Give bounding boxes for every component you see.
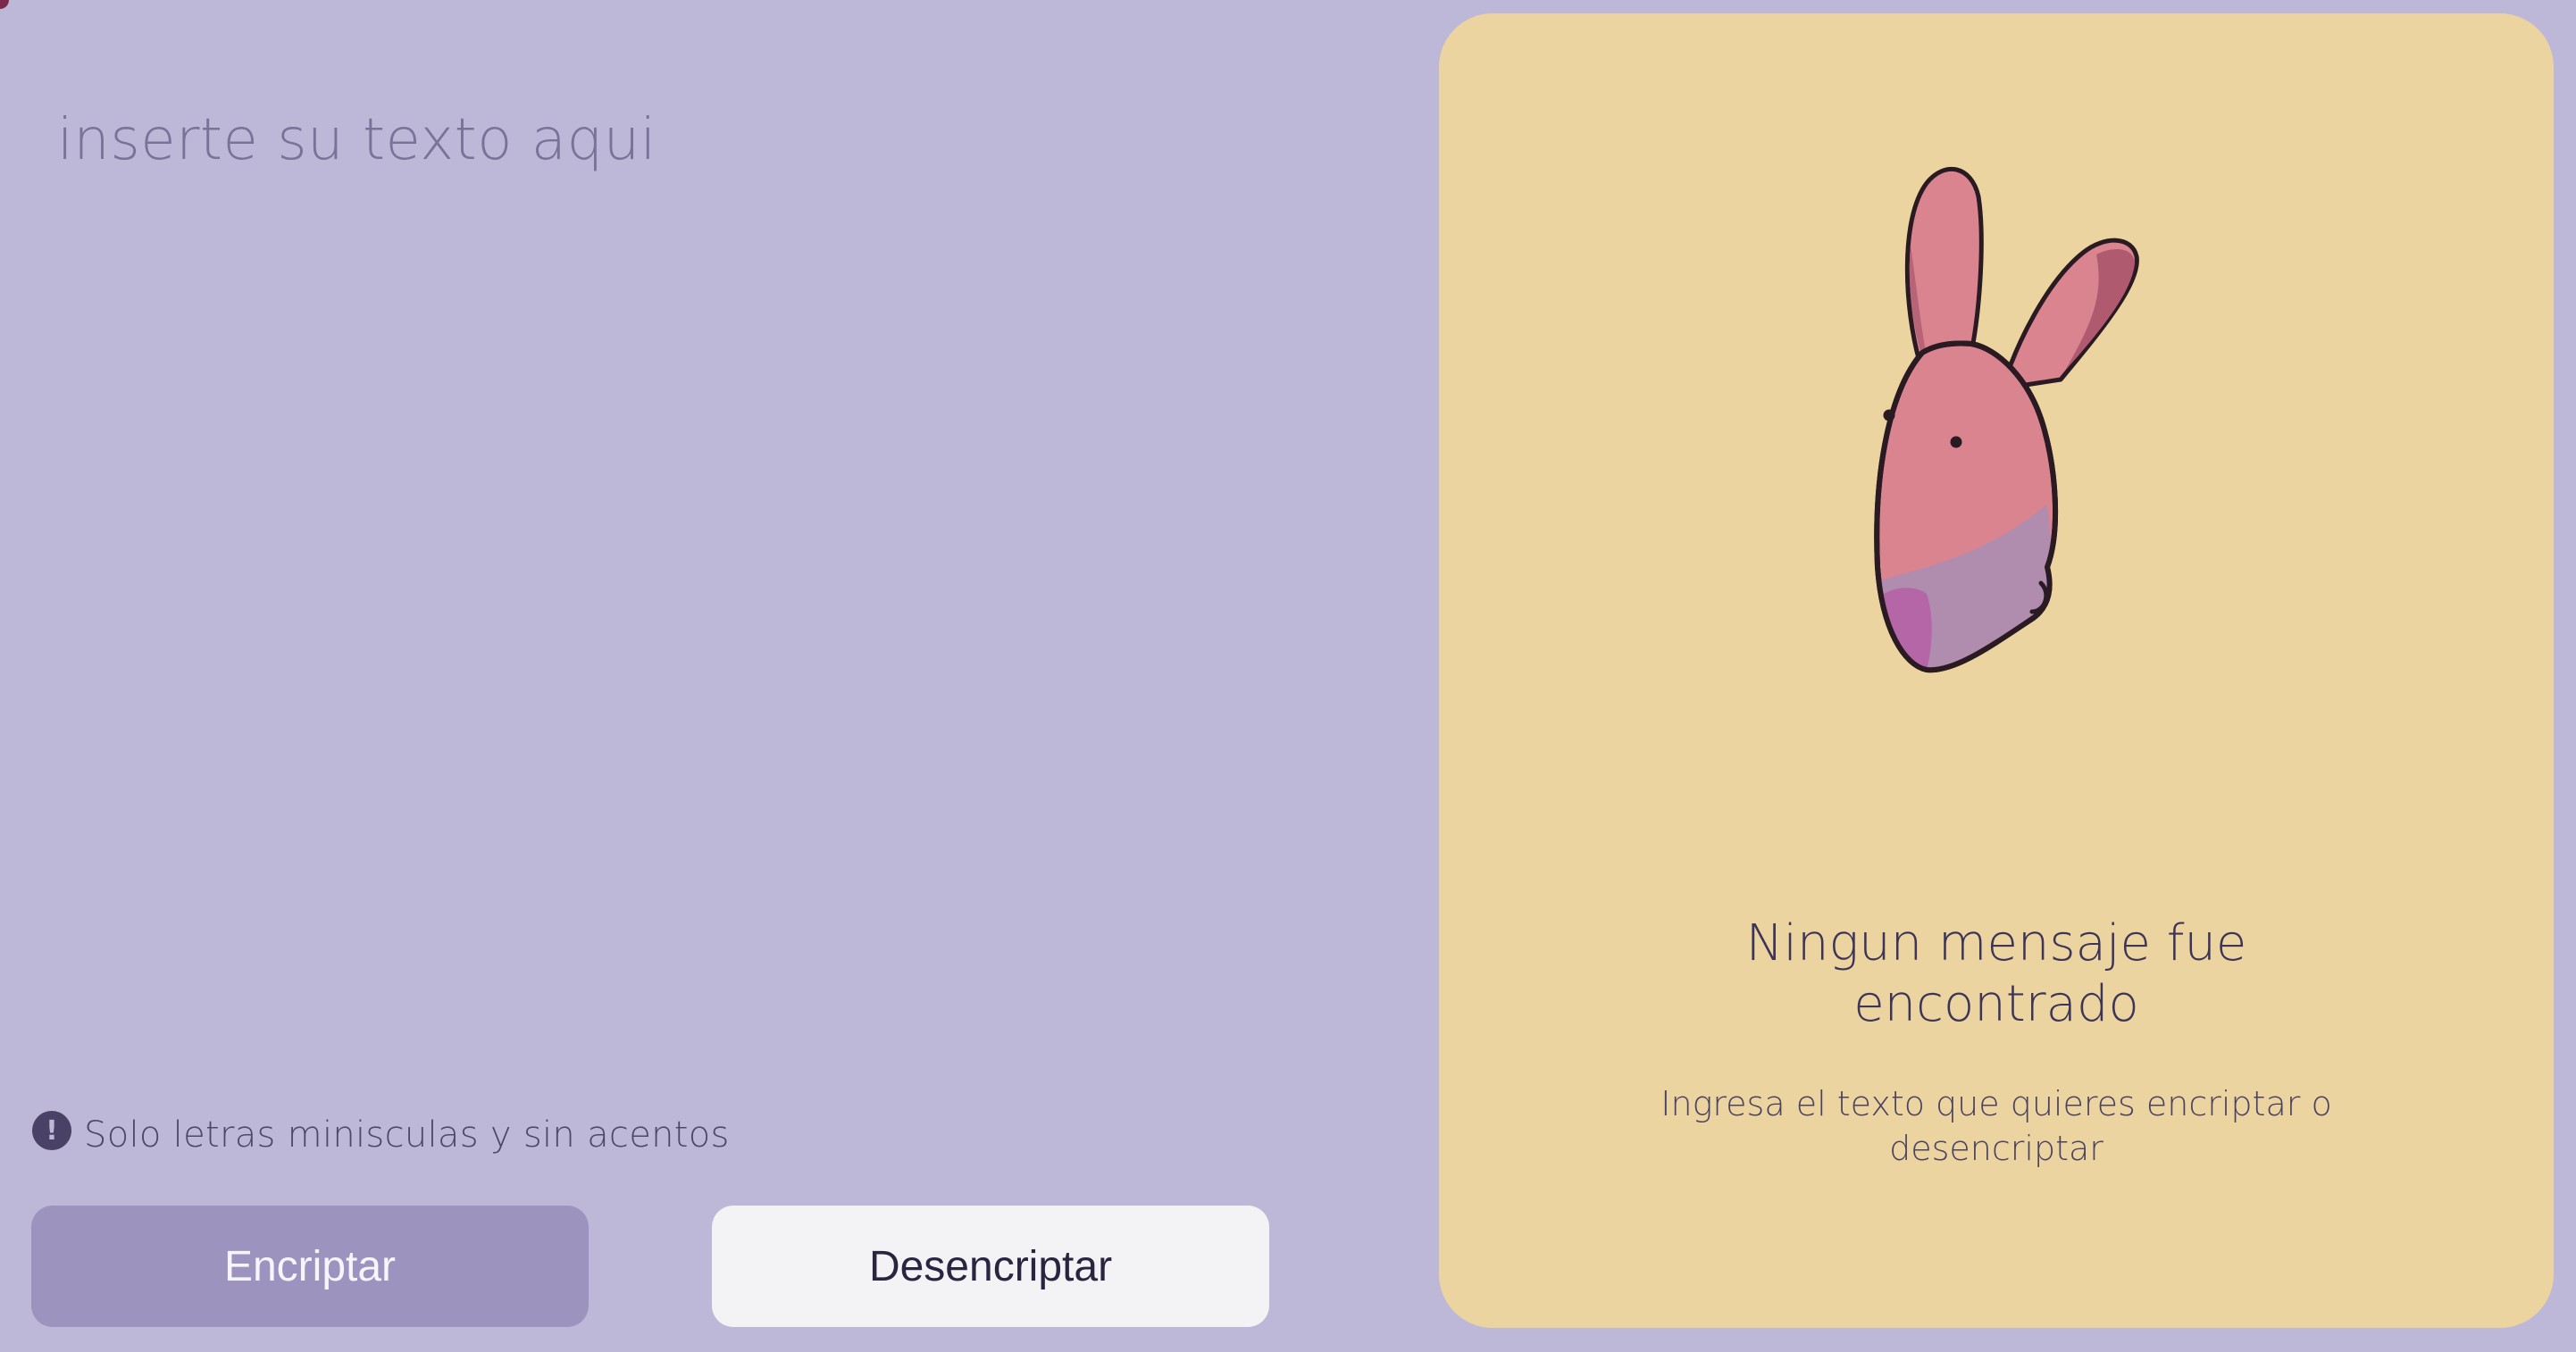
- hint-text: Solo letras minisculas y sin acentos: [84, 1114, 730, 1156]
- empty-message-title: Ningun mensaje fue encontrado: [1439, 914, 2554, 1035]
- encrypt-button-label: Encriptar: [223, 1242, 397, 1290]
- empty-message-subtitle-line1: Ingresa el texto que quieres encriptar o: [1660, 1084, 2332, 1123]
- corner-mark: [0, 0, 9, 9]
- result-card: Ningun mensaje fue encontrado Ingresa el…: [1439, 13, 2554, 1328]
- input-hint: ! Solo letras minisculas y sin acentos: [32, 1111, 730, 1156]
- bunny-illustration: [1874, 166, 2139, 673]
- decrypt-button[interactable]: Desencriptar: [712, 1206, 1269, 1327]
- empty-message-subtitle: Ingresa el texto que quieres encriptar o…: [1439, 1081, 2554, 1171]
- encrypt-button[interactable]: Encriptar: [31, 1206, 589, 1327]
- empty-message-subtitle-line2: desencriptar: [1889, 1129, 2103, 1168]
- encryptor-page: ! Solo letras minisculas y sin acentos E…: [0, 0, 2576, 1352]
- empty-message-title-line1: Ningun mensaje fue: [1745, 914, 2247, 972]
- decrypt-button-label: Desencriptar: [868, 1242, 1113, 1290]
- exclamation-circle-icon: !: [32, 1111, 71, 1150]
- empty-message-title-line2: encontrado: [1853, 975, 2139, 1033]
- text-input[interactable]: [36, 107, 1376, 1054]
